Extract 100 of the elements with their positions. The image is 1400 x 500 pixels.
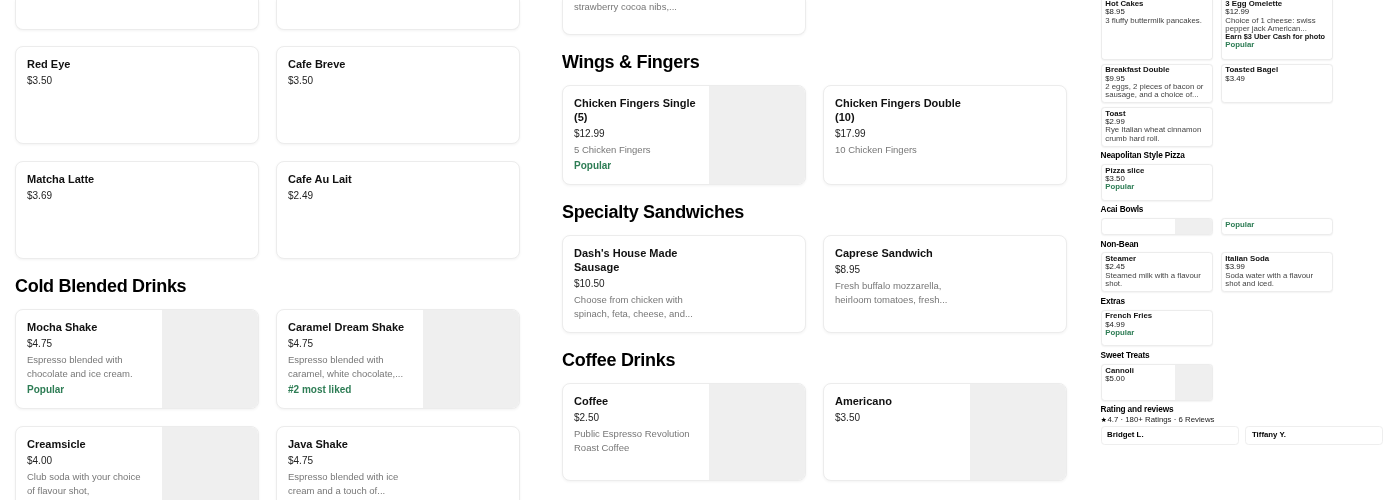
section-heading: Neapolitan Style Pizza bbox=[1100, 150, 1186, 163]
item-description: 5 Chicken Fingers bbox=[574, 143, 652, 157]
menu-item-card[interactable]: Coffee $2.50 Public Espresso Revolution Roast Coffee bbox=[562, 383, 806, 481]
item-price: $2.49 bbox=[288, 189, 315, 203]
menu-item-card[interactable]: Breakfast Double $9.95 2 eggs, 2 pieces of bacon or sausage, and a choice of... bbox=[1100, 63, 1213, 104]
item-price: $12.99 bbox=[1225, 8, 1251, 17]
reviewer-name: Tiffany Y. bbox=[1252, 429, 1286, 439]
item-price: $3.49 bbox=[1225, 74, 1246, 83]
item-price: $2.99 bbox=[1105, 118, 1126, 127]
item-price: $17.99 bbox=[835, 127, 867, 141]
item-tag: Popular bbox=[1105, 183, 1209, 192]
menu-item-card[interactable]: Creamsicle $4.00 Club soda with your choice of flavour shot, bbox=[15, 426, 259, 500]
menu-item-card[interactable]: Pizza slice $3.50 Popular bbox=[1100, 164, 1213, 201]
menu-item-card[interactable]: Caprese Sandwich $8.95 Fresh buffalo mozzarella, heirloom tomatoes, fresh... bbox=[823, 235, 1067, 333]
item-description: Fresh buffalo mozzarella, heirloom tomatoes, fresh... bbox=[835, 279, 949, 307]
menu-item-card[interactable]: Java Shake $4.75 Espresso blended with ice cream and a touch of... bbox=[276, 426, 520, 500]
item-price: $9.95 bbox=[1105, 74, 1126, 83]
item-name: Coffee bbox=[574, 394, 610, 408]
item-price: $8.95 bbox=[1105, 8, 1126, 17]
menu-item-card[interactable]: Cannoli $5.00 bbox=[1100, 363, 1213, 401]
item-name: Cafe Breve bbox=[288, 57, 347, 71]
section-heading: Wings & Fingers bbox=[562, 51, 701, 74]
reviewer-name: Bridget L. bbox=[1107, 429, 1144, 439]
item-name: Caramel Dream Shake bbox=[288, 320, 406, 334]
item-price: $3.99 bbox=[1225, 263, 1246, 272]
item-description: Soda water with a flavour shot and iced. bbox=[1225, 271, 1315, 289]
item-name: Matcha Latte bbox=[27, 172, 96, 186]
item-name: French Fries bbox=[1105, 312, 1154, 321]
item-price: $4.99 bbox=[1105, 320, 1126, 329]
item-tag: Popular bbox=[1225, 221, 1329, 230]
item-name: Dash's House Made Sausage bbox=[574, 246, 679, 274]
item-price: $3.50 bbox=[1105, 175, 1126, 184]
item-description: 3 fluffy buttermilk pancakes. bbox=[1105, 16, 1203, 25]
item-price: $3.69 bbox=[27, 189, 54, 203]
menu-item-card[interactable]: French Fries $4.99 Popular bbox=[1100, 309, 1213, 347]
item-description: Steamed milk with a flavour shot. bbox=[1105, 271, 1202, 289]
item-price: $5.00 bbox=[1105, 374, 1126, 384]
item-price: $3.50 bbox=[835, 411, 862, 425]
menu-item-card[interactable]: Chicken Fingers Double (10) $17.99 10 Chicken Fingers bbox=[823, 85, 1067, 185]
item-name: Cafe Au Lait bbox=[288, 172, 353, 186]
item-name: Creamsicle bbox=[27, 437, 87, 451]
item-description: Choice of 1 cheese: swiss pepper jack American... bbox=[1225, 16, 1317, 33]
menu-item-card[interactable]: Chicken Fingers Single (5) $12.99 5 Chicken Fingers Popular bbox=[562, 85, 806, 185]
menu-item-card[interactable]: Toast $2.99 Rye Italian wheat cinnamon crumb hard roll. bbox=[1100, 106, 1213, 147]
menu-item-card[interactable]: 3 Egg Omelette $12.99 Choice of 1 cheese: swiss pepper jack American... Earn $3 Uber Cash for photo Popular bbox=[1220, 0, 1333, 60]
item-price: $3.50 bbox=[288, 74, 315, 88]
item-tag: Popular bbox=[1225, 41, 1329, 50]
section-heading: Extras bbox=[1100, 295, 1127, 308]
item-name: Steamer bbox=[1105, 255, 1138, 264]
menu-item-card[interactable]: Cafe Breve $3.50 bbox=[276, 46, 520, 144]
item-price: $3.50 bbox=[27, 74, 54, 88]
item-name: Cannoli bbox=[1105, 366, 1135, 375]
menu-item-card[interactable]: Americano $3.50 bbox=[823, 383, 1067, 481]
item-tag: Popular bbox=[1105, 328, 1209, 338]
item-name: Toasted Bagel bbox=[1225, 66, 1280, 75]
star-icon bbox=[1100, 417, 1107, 423]
menu-item-card[interactable]: Italian Soda $3.99 Soda water with a flavour shot and iced. bbox=[1220, 252, 1333, 293]
item-price: $4.75 bbox=[288, 337, 315, 351]
item-price: $4.75 bbox=[288, 454, 315, 468]
menu-item-card[interactable]: Dash's House Made Sausage $10.50 Choose from chicken with spinach, feta, cheese, and... bbox=[562, 235, 806, 333]
item-name: Mocha Shake bbox=[27, 320, 99, 334]
item-name: Italian Soda bbox=[1225, 255, 1271, 264]
item-name: Red Eye bbox=[27, 57, 72, 71]
item-name: Hot Cakes bbox=[1105, 0, 1145, 9]
menu-item-card[interactable]: Toasted Bagel $3.49 bbox=[1220, 63, 1333, 104]
section-heading: Cold Blended Drinks bbox=[15, 275, 188, 298]
item-tag: Earn $3 Uber Cash for photo bbox=[1225, 33, 1329, 42]
item-price: $4.00 bbox=[27, 454, 54, 468]
menu-item-card[interactable]: Hot Cakes $8.95 3 fluffy buttermilk pancakes. bbox=[1100, 0, 1213, 60]
item-description: 10 Chicken Fingers bbox=[835, 143, 918, 157]
item-price: $4.75 bbox=[27, 337, 54, 351]
menu-item-card[interactable]: Red Eye $3.50 bbox=[15, 46, 259, 144]
menu-item-card[interactable]: strawberry cocoa nibs,... bbox=[562, 0, 806, 35]
item-name: Caprese Sandwich bbox=[835, 246, 934, 260]
item-description: Club soda with your choice of flavour shot, bbox=[27, 470, 142, 498]
section-heading: Specialty Sandwiches bbox=[562, 201, 746, 224]
item-price: $2.50 bbox=[574, 411, 601, 425]
item-price: $2.45 bbox=[1105, 263, 1126, 272]
item-tag: Popular bbox=[27, 383, 151, 397]
menu-item-card[interactable]: Steamer $2.45 Steamed milk with a flavour shot. bbox=[1100, 252, 1213, 293]
item-name: Java Shake bbox=[288, 437, 349, 451]
item-name: Chicken Fingers Double (10) bbox=[835, 96, 962, 124]
item-name: Toast bbox=[1105, 109, 1127, 119]
menu-item-card[interactable]: Popular bbox=[1220, 218, 1333, 235]
item-price: $8.95 bbox=[835, 263, 862, 277]
menu-item-card[interactable]: Mocha Shake $4.75 Espresso blended with chocolate and ice cream. Popular bbox=[15, 309, 259, 409]
menu-item-card[interactable]: Caramel Dream Shake $4.75 Espresso blended with caramel, white chocolate,... #2 most liked bbox=[276, 309, 520, 409]
item-tag: #2 most liked bbox=[288, 383, 412, 397]
item-name: Americano bbox=[835, 394, 893, 408]
menu-item-card[interactable]: Cafe Au Lait $2.49 bbox=[276, 161, 520, 259]
item-description: Choose from chicken with spinach, feta, cheese, and... bbox=[574, 293, 694, 321]
item-description: Espresso blended with ice cream and a touch of... bbox=[288, 470, 400, 498]
item-description: Espresso blended with caramel, white chocolate,... bbox=[288, 353, 405, 381]
rating-summary: 4.7 · 180+ Ratings · 6 Reviews bbox=[1107, 415, 1215, 425]
item-price: $10.50 bbox=[574, 277, 606, 291]
item-name: Chicken Fingers Single (5) bbox=[574, 96, 697, 124]
item-price: $12.99 bbox=[574, 127, 606, 141]
section-heading: Non-Bean bbox=[1100, 238, 1140, 251]
menu-item-card[interactable]: Matcha Latte $3.69 bbox=[15, 161, 259, 259]
item-description: Espresso blended with chocolate and ice cream. bbox=[27, 353, 134, 381]
